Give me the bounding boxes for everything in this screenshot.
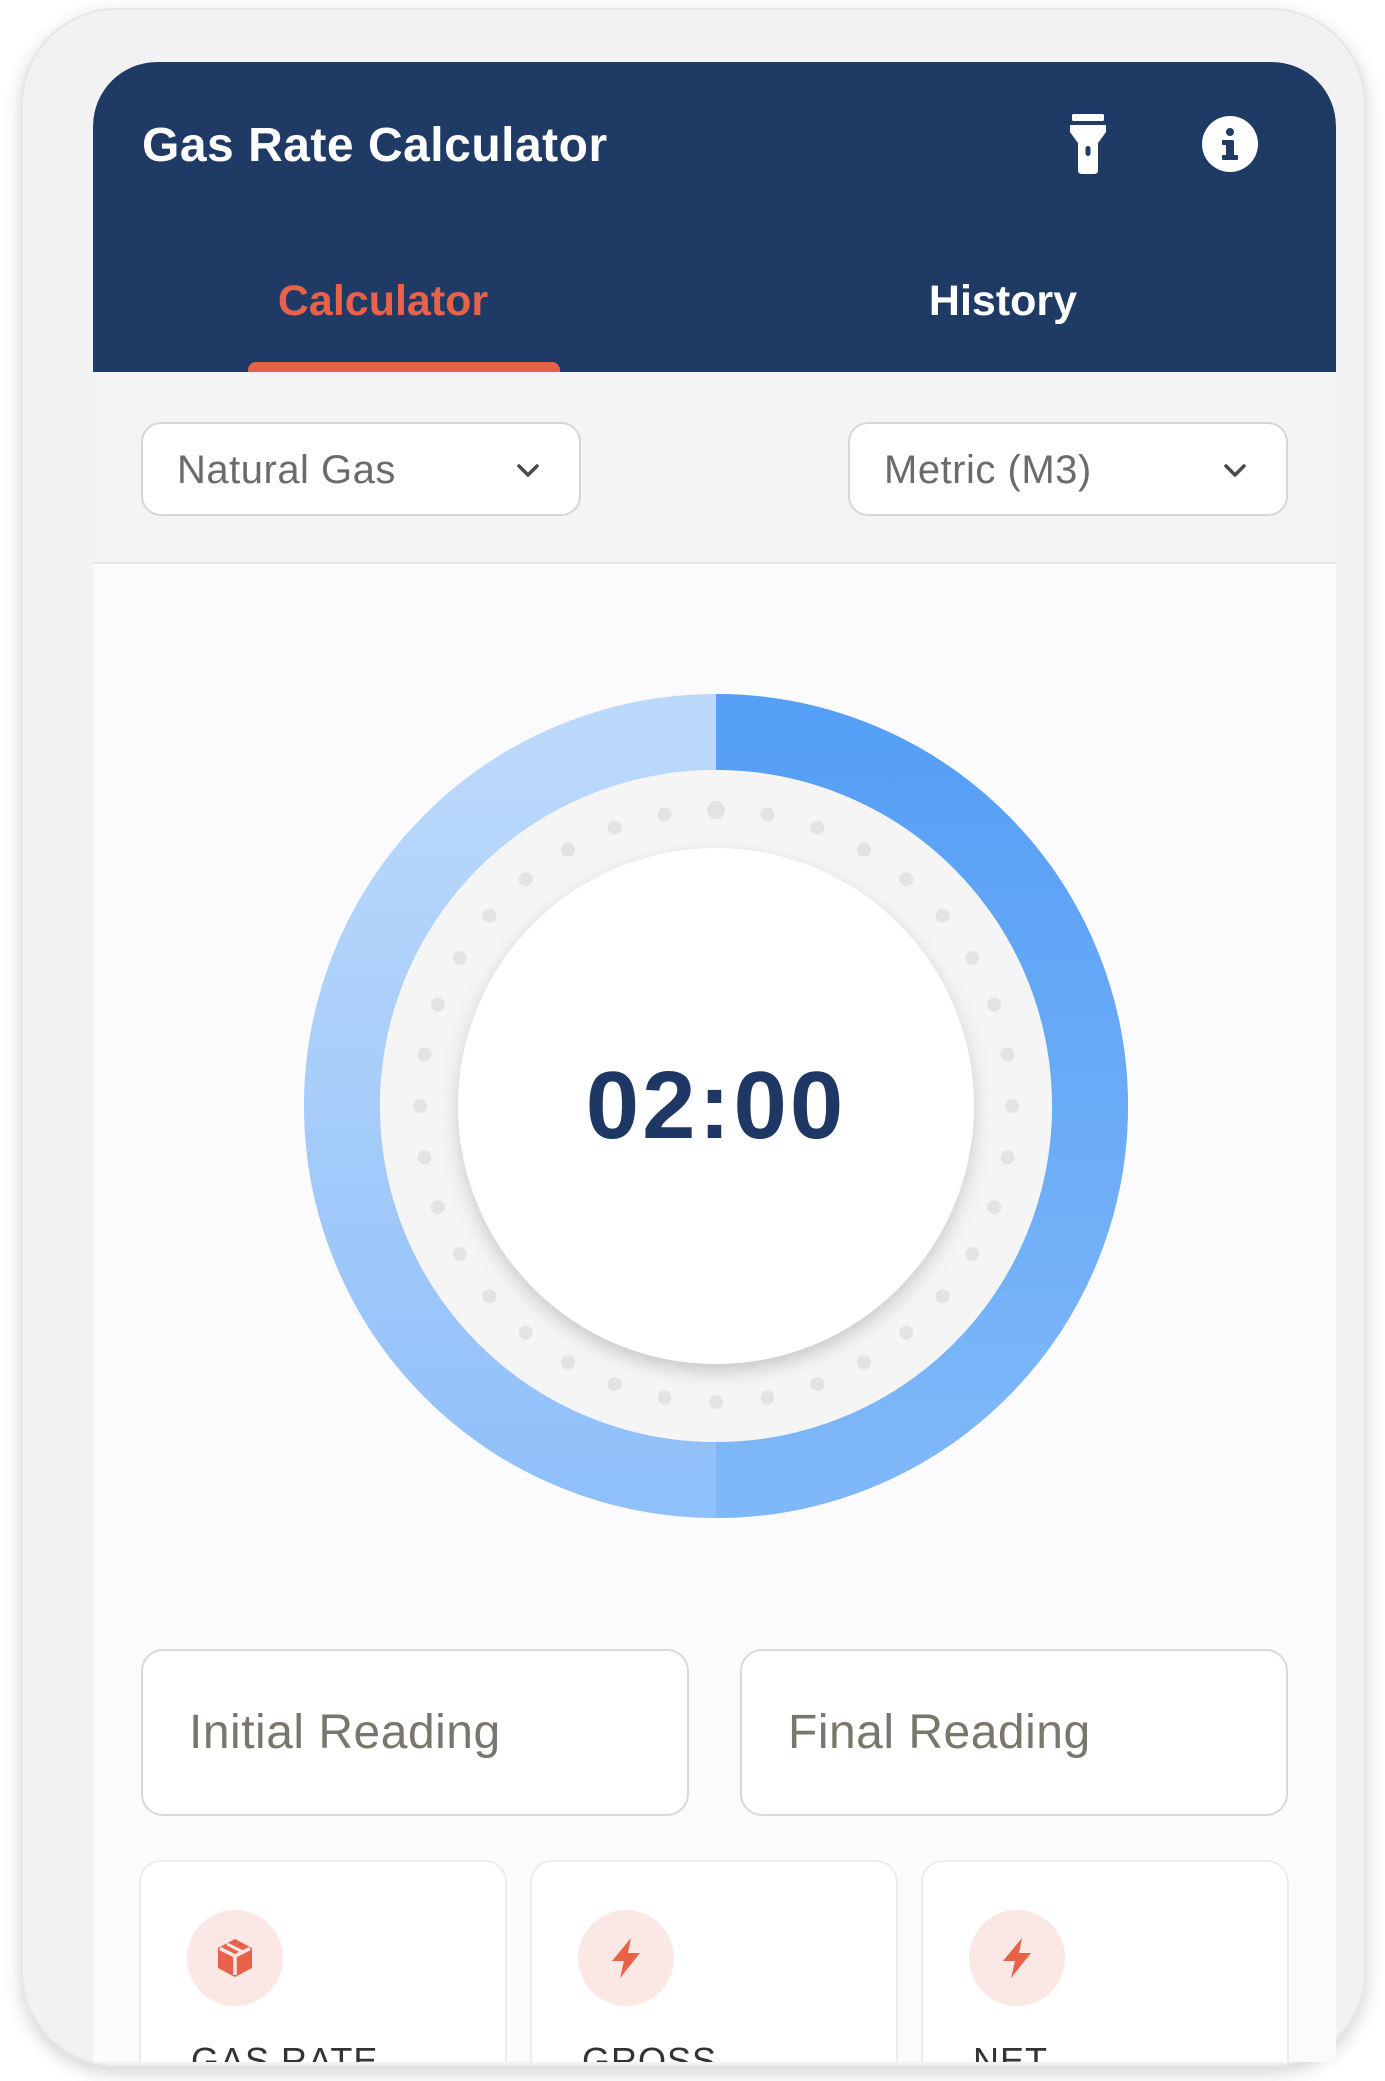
timer-dial[interactable]: 02:00 bbox=[304, 694, 1128, 1518]
timer-tick bbox=[607, 820, 622, 835]
gas-type-select[interactable]: Natural Gas bbox=[141, 422, 581, 516]
timer-tick bbox=[1005, 1099, 1019, 1113]
tab-calculator[interactable]: Calculator bbox=[123, 277, 643, 326]
lightning-icon bbox=[578, 1910, 674, 2006]
cube-icon bbox=[187, 1910, 283, 2006]
selector-toolbar: Natural Gas Metric (M3) bbox=[93, 372, 1336, 564]
timer-tick bbox=[417, 1150, 432, 1165]
timer-tick bbox=[857, 1355, 871, 1370]
timer-tick bbox=[413, 1099, 427, 1113]
timer-tick bbox=[417, 1047, 432, 1062]
lightning-icon bbox=[969, 1910, 1065, 2006]
app-title: Gas Rate Calculator bbox=[142, 119, 608, 172]
app-header: Gas Rate Calculator Calculator History bbox=[93, 62, 1336, 374]
timer-tick bbox=[518, 872, 533, 887]
app-screen: Gas Rate Calculator Calculator History N… bbox=[93, 62, 1336, 2062]
timer-tick bbox=[657, 1390, 672, 1405]
timer-tick bbox=[810, 820, 825, 835]
gas-rate-card[interactable]: GAS RATE bbox=[139, 1860, 507, 2062]
info-icon[interactable] bbox=[1200, 112, 1260, 176]
timer-tick bbox=[965, 1247, 980, 1261]
gross-label: GROSS bbox=[582, 2040, 718, 2062]
gas-rate-label: GAS RATE bbox=[191, 2040, 379, 2062]
chevron-down-icon bbox=[1224, 464, 1246, 477]
timer-tick bbox=[760, 807, 775, 822]
timer-tick bbox=[810, 1377, 825, 1392]
timer-tick bbox=[935, 1289, 950, 1304]
timer-tick bbox=[518, 1325, 533, 1340]
timer-tick bbox=[607, 1377, 622, 1392]
timer-tick bbox=[707, 801, 725, 819]
timer-tick bbox=[452, 1247, 467, 1261]
unit-system-value: Metric (M3) bbox=[884, 448, 1092, 492]
flashlight-icon[interactable] bbox=[1058, 112, 1118, 176]
timer-tick bbox=[561, 842, 575, 857]
timer-face bbox=[458, 848, 974, 1364]
timer-tick bbox=[899, 872, 914, 887]
timer-tick bbox=[561, 1355, 575, 1370]
timer-tick bbox=[657, 807, 672, 822]
chevron-down-icon bbox=[517, 464, 539, 477]
timer-tick bbox=[482, 1289, 497, 1304]
timer-tick bbox=[857, 842, 871, 857]
timer-tick bbox=[482, 908, 497, 923]
timer-tick bbox=[1000, 1150, 1015, 1165]
initial-reading-input[interactable] bbox=[141, 1649, 689, 1816]
timer-tick bbox=[987, 997, 1002, 1012]
gas-type-value: Natural Gas bbox=[177, 448, 396, 492]
timer-tick bbox=[935, 908, 950, 923]
net-label: NET bbox=[973, 2040, 1048, 2062]
timer-tick bbox=[430, 1200, 445, 1215]
final-reading-input[interactable] bbox=[740, 1649, 1288, 1816]
timer-tick bbox=[760, 1390, 775, 1405]
gross-card[interactable]: GROSS bbox=[530, 1860, 898, 2062]
timer-tick bbox=[452, 951, 467, 965]
tab-history[interactable]: History bbox=[743, 277, 1263, 326]
device-frame: Gas Rate Calculator Calculator History N… bbox=[21, 8, 1366, 2067]
timer-ring bbox=[304, 694, 1128, 1518]
net-card[interactable]: NET bbox=[921, 1860, 1289, 2062]
unit-system-select[interactable]: Metric (M3) bbox=[848, 422, 1288, 516]
timer-tick bbox=[430, 997, 445, 1012]
timer-tick bbox=[709, 1395, 723, 1409]
timer-tick bbox=[965, 951, 980, 965]
timer-tick bbox=[987, 1200, 1002, 1215]
timer-tick bbox=[1000, 1047, 1015, 1062]
timer-tick bbox=[899, 1325, 914, 1340]
